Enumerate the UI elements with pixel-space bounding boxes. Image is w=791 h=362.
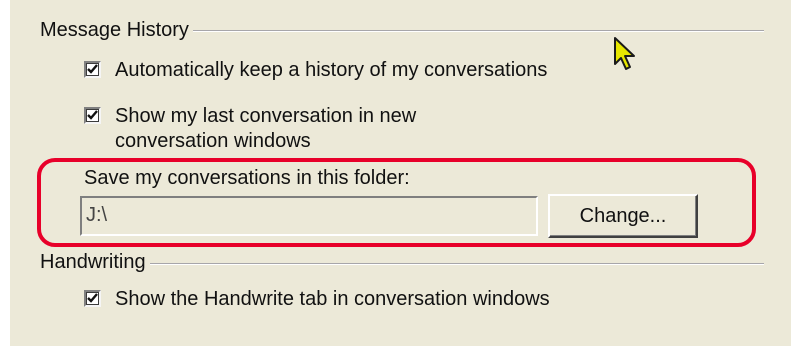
handwrite-tab-checkbox[interactable] [84, 290, 101, 307]
handwrite-tab-checkbox-row[interactable]: Show the Handwrite tab in conversation w… [84, 287, 550, 312]
show-last-conversation-checkbox-row[interactable]: Show my last conversation in new convers… [84, 104, 416, 154]
check-icon [87, 110, 98, 120]
options-panel: Message History Automatically keep a his… [0, 0, 791, 362]
handwriting-group-title: Handwriting [36, 251, 150, 273]
show-last-conversation-label: Show my last conversation in new convers… [115, 104, 416, 154]
auto-history-checkbox-row[interactable]: Automatically keep a history of my conve… [84, 58, 547, 83]
show-last-conversation-label-line1: Show my last conversation in new [115, 105, 417, 127]
change-folder-button[interactable]: Change... [548, 194, 698, 238]
save-folder-caption: Save my conversations in this folder: [84, 167, 410, 189]
auto-history-checkbox[interactable] [84, 61, 101, 78]
mouse-cursor-icon [614, 37, 635, 70]
message-history-group-title: Message History [36, 19, 193, 41]
handwrite-tab-label: Show the Handwrite tab in conversation w… [115, 288, 550, 310]
show-last-conversation-checkbox[interactable] [84, 107, 101, 124]
check-icon [87, 64, 98, 74]
check-icon [87, 293, 98, 303]
save-folder-path-field: J:\ [80, 196, 538, 236]
show-last-conversation-label-line2: conversation windows [115, 130, 311, 152]
auto-history-label: Automatically keep a history of my conve… [115, 59, 548, 81]
